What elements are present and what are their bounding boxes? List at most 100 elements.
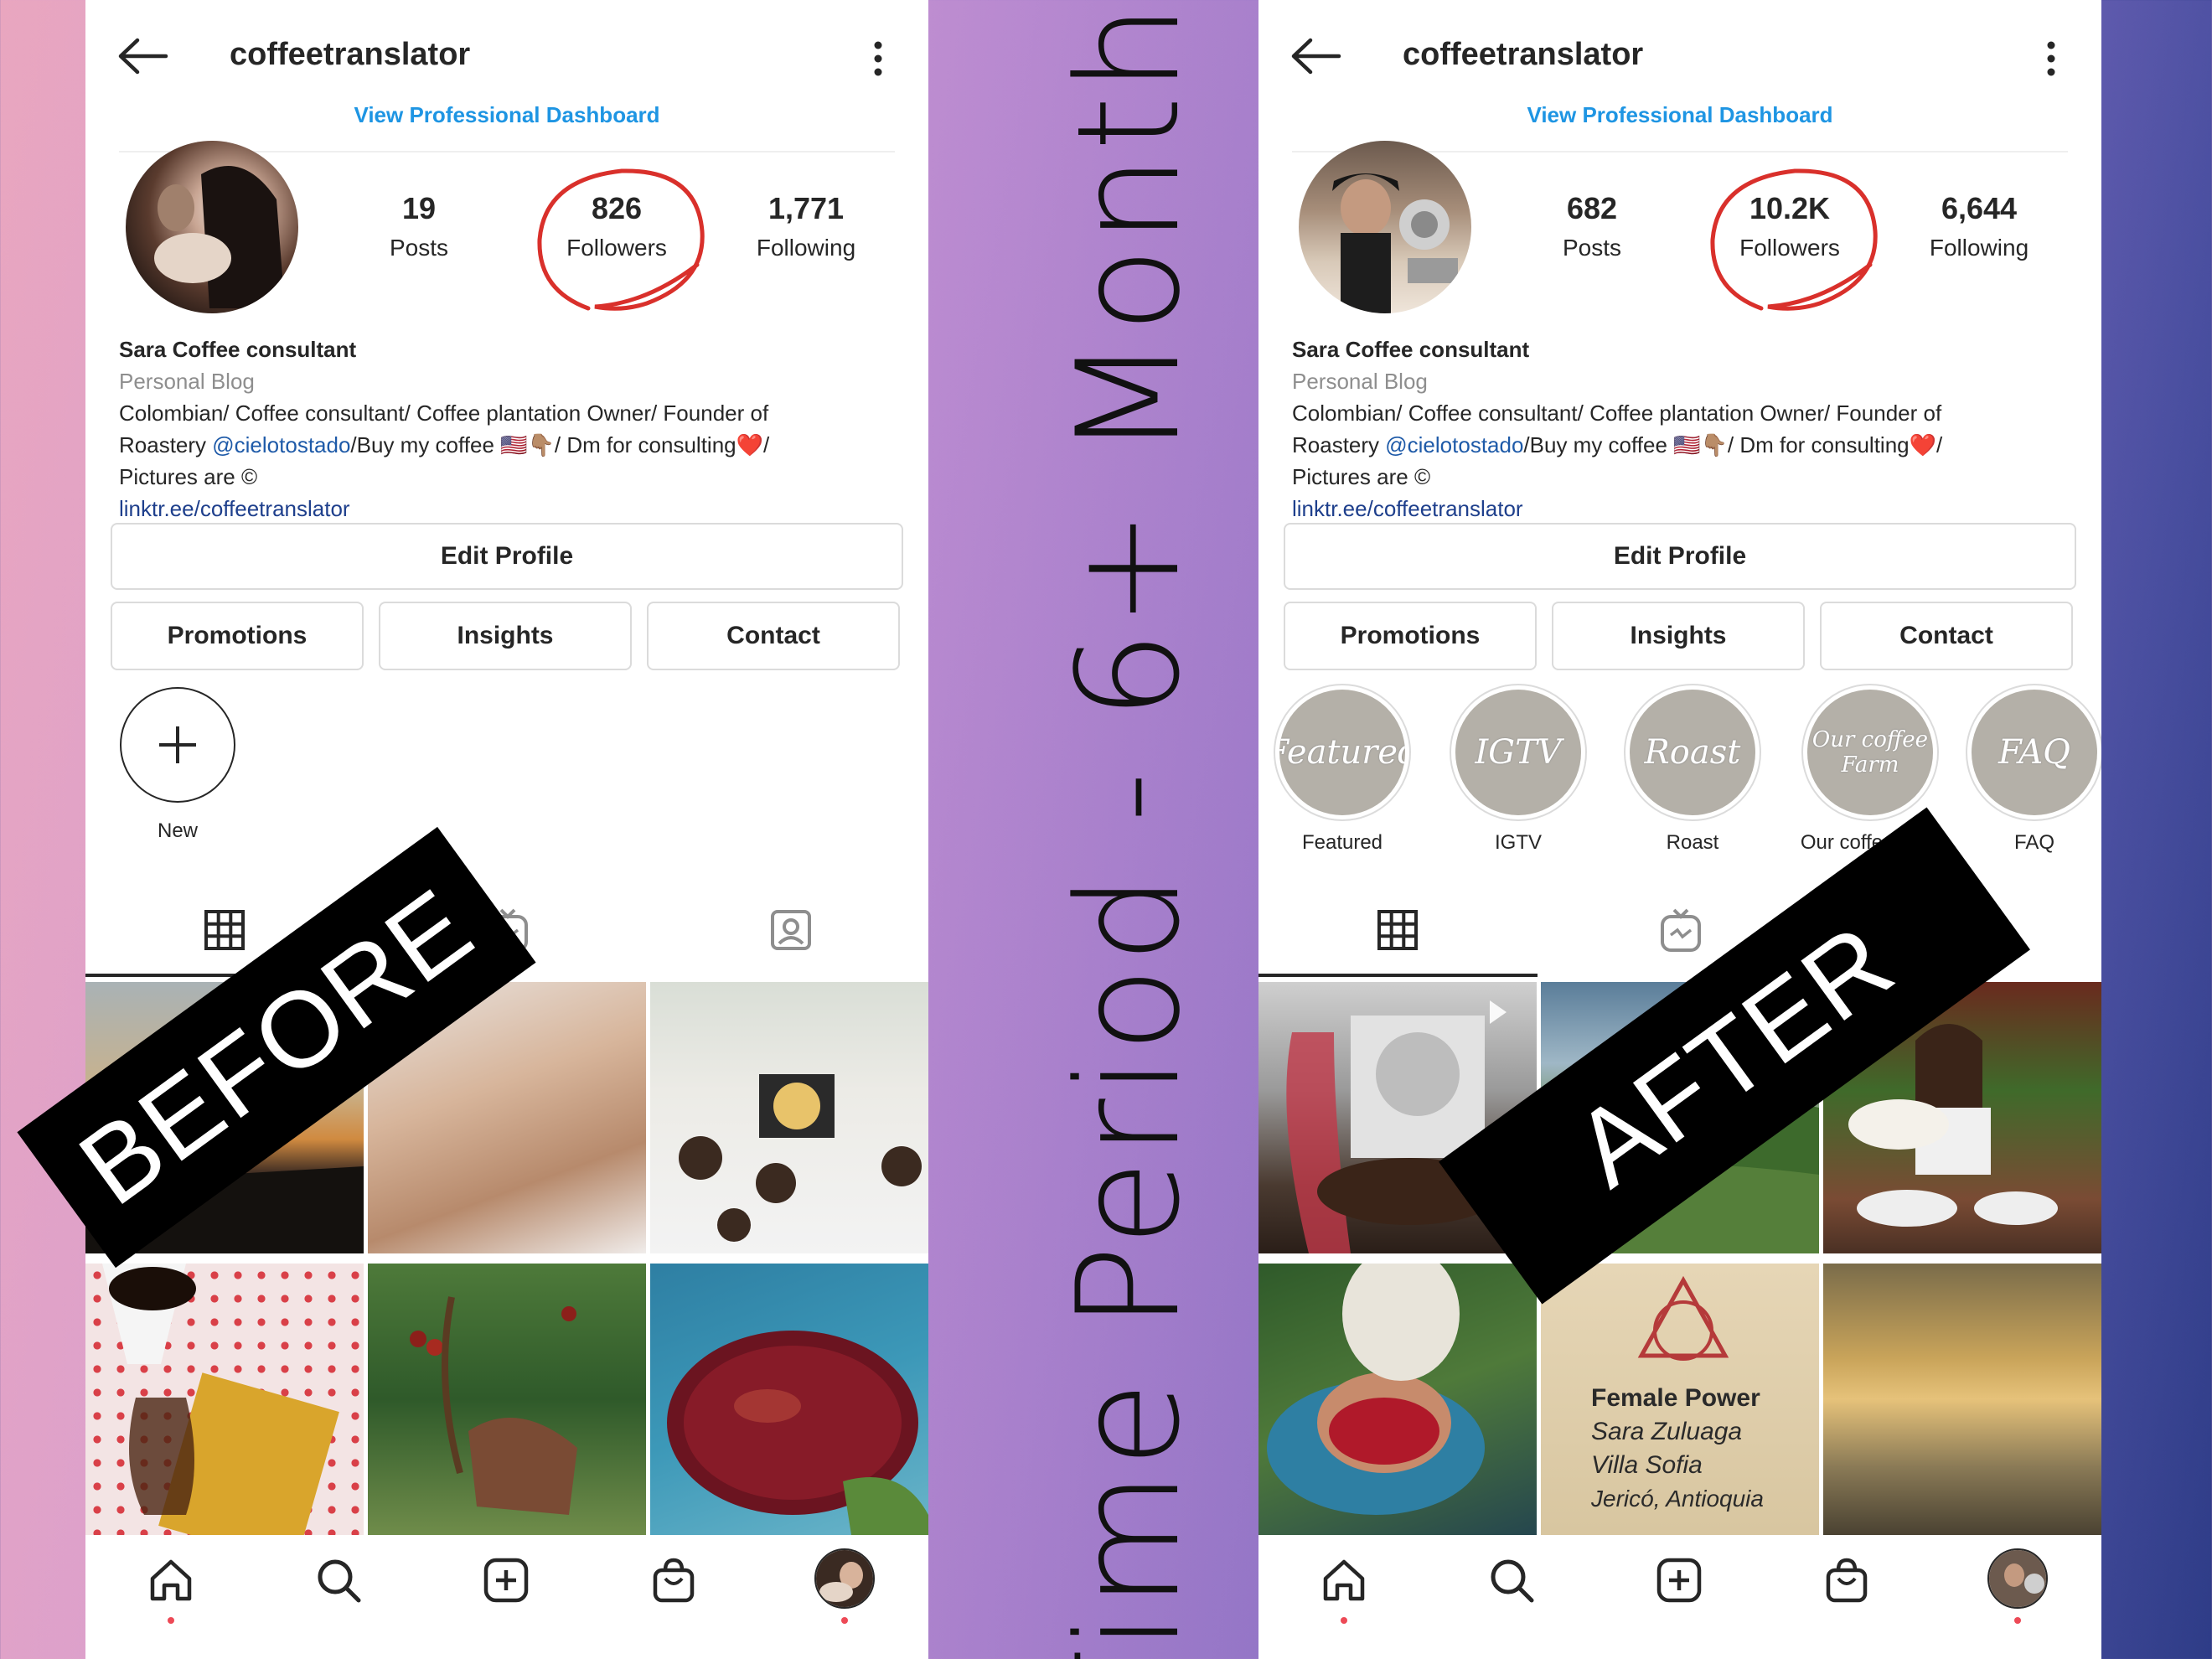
- profile-avatar[interactable]: [1299, 141, 1471, 313]
- following-stat[interactable]: 6,644 Following: [1895, 191, 2063, 261]
- contact-button[interactable]: Contact: [647, 602, 900, 670]
- notification-dot: [2014, 1617, 2021, 1624]
- display-name: Sara Coffee consultant: [1292, 337, 1530, 362]
- promotions-button[interactable]: Promotions: [111, 602, 364, 670]
- followers-label: Followers: [566, 235, 667, 261]
- profile-bio: Sara Coffee consultant Personal Blog Col…: [119, 333, 898, 525]
- account-category: Personal Blog: [1292, 369, 1428, 394]
- grid-icon[interactable]: [1372, 905, 1423, 955]
- followers-stat[interactable]: 10.2K Followers: [1706, 191, 1873, 261]
- plus-square-icon[interactable]: [1652, 1553, 1706, 1607]
- promotions-button[interactable]: Promotions: [1284, 602, 1537, 670]
- display-name: Sara Coffee consultant: [119, 337, 357, 362]
- profile-avatar[interactable]: [126, 141, 298, 313]
- search-icon[interactable]: [312, 1553, 365, 1607]
- shopping-bag-icon[interactable]: [647, 1553, 700, 1607]
- post-thumbnail[interactable]: [85, 1264, 364, 1535]
- edit-profile-button[interactable]: Edit Profile: [111, 523, 903, 590]
- highlight-label: FAQ: [2013, 831, 2054, 854]
- highlight-label: Featured: [1301, 831, 1383, 854]
- svg-text:Sara Zuluaga: Sara Zuluaga: [1591, 1418, 1742, 1445]
- professional-dashboard-link[interactable]: View Professional Dashboard: [85, 102, 928, 128]
- notification-dot: [168, 1617, 174, 1624]
- notification-dot: [841, 1617, 848, 1624]
- bio-line: Roastery @cielotostado/Buy my coffee 🇺🇸👇…: [1292, 429, 2071, 461]
- new-highlight-label: New: [157, 819, 198, 842]
- highlight-faq[interactable]: FAQ FAQ: [1959, 684, 2101, 855]
- search-icon[interactable]: [1485, 1553, 1538, 1607]
- highlight-cover: Our coffee Farm: [1807, 690, 1933, 815]
- arrow-left-icon[interactable]: [1290, 37, 1342, 75]
- post-thumbnail[interactable]: [1258, 1264, 1537, 1535]
- posts-stat[interactable]: 682 Posts: [1508, 191, 1676, 261]
- post-thumbnail[interactable]: [1823, 1264, 2101, 1535]
- new-highlight[interactable]: New: [119, 687, 236, 843]
- grid-icon[interactable]: [199, 905, 250, 955]
- username: coffeetranslator: [1403, 37, 1644, 72]
- post-thumbnail[interactable]: Female Power Sara Zuluaga Villa Sofia Jeric…: [1541, 1264, 1819, 1535]
- posts-label: Posts: [389, 235, 449, 261]
- followers-stat[interactable]: 826 Followers: [533, 191, 700, 261]
- followers-count: 10.2K: [1749, 191, 1831, 225]
- top-bar: coffeetranslator: [85, 25, 928, 92]
- highlight-featured[interactable]: Featured Featured: [1267, 684, 1418, 855]
- highlight-roast[interactable]: Roast Roast: [1617, 684, 1768, 855]
- insights-button[interactable]: Insights: [1552, 602, 1805, 670]
- bio-line: Pictures are ©: [1292, 464, 1431, 489]
- following-stat[interactable]: 1,771 Following: [722, 191, 890, 261]
- bio-website-link[interactable]: linktr.ee/coffeetranslator: [1292, 493, 2071, 525]
- highlight-ring: Our coffee Farm: [1801, 684, 1939, 821]
- bio-mention-link[interactable]: @cielotostado: [1385, 432, 1523, 457]
- bio-mention-link[interactable]: @cielotostado: [212, 432, 350, 457]
- top-bar: coffeetranslator: [1258, 25, 2101, 92]
- shopping-bag-icon[interactable]: [1820, 1553, 1873, 1607]
- username: coffeetranslator: [230, 37, 471, 72]
- profile-bio: Sara Coffee consultant Personal Blog Col…: [1292, 333, 2071, 525]
- highlight-ring: Roast: [1624, 684, 1761, 821]
- following-label: Following: [756, 235, 856, 261]
- posts-count: 19: [401, 191, 437, 225]
- profile-nav-avatar[interactable]: [1987, 1548, 2048, 1609]
- contact-button[interactable]: Contact: [1820, 602, 2073, 670]
- bottom-navigation: [85, 1538, 928, 1659]
- igtv-icon[interactable]: [1656, 905, 1706, 955]
- edit-profile-button[interactable]: Edit Profile: [1284, 523, 2076, 590]
- posts-label: Posts: [1562, 235, 1622, 261]
- highlight-cover: IGTV: [1455, 690, 1581, 815]
- posts-stat[interactable]: 19 Posts: [335, 191, 503, 261]
- post-thumbnail[interactable]: [650, 982, 928, 1253]
- profile-nav-avatar[interactable]: [814, 1548, 875, 1609]
- plus-icon: [159, 726, 196, 763]
- profile-screen-before: coffeetranslator View Professional Dashb…: [85, 0, 928, 1659]
- highlight-cover: Featured: [1279, 690, 1405, 815]
- professional-dashboard-link[interactable]: View Professional Dashboard: [1258, 102, 2101, 128]
- highlight-ring: Featured: [1274, 684, 1411, 821]
- bio-text: Roastery: [1292, 432, 1386, 457]
- home-icon[interactable]: [1317, 1553, 1371, 1607]
- followers-label: Followers: [1739, 235, 1840, 261]
- plus-square-icon[interactable]: [479, 1553, 533, 1607]
- svg-text:Jericó, Antioquia: Jericó, Antioquia: [1590, 1486, 1764, 1512]
- highlight-igtv[interactable]: IGTV IGTV: [1443, 684, 1594, 855]
- bio-website-link[interactable]: linktr.ee/coffeetranslator: [119, 493, 898, 525]
- arrow-left-icon[interactable]: [117, 37, 169, 75]
- tagged-icon[interactable]: [766, 905, 816, 955]
- profile-screen-after: coffeetranslator View Professional Dashb…: [1258, 0, 2101, 1659]
- bio-line: Roastery @cielotostado/Buy my coffee 🇺🇸👇…: [119, 429, 898, 461]
- following-count: 1,771: [767, 191, 845, 225]
- following-count: 6,644: [1941, 191, 2018, 225]
- bio-line: Colombian/ Coffee consultant/ Coffee pla…: [1292, 401, 1942, 426]
- new-highlight-circle[interactable]: [120, 687, 235, 803]
- post-thumbnail[interactable]: [368, 1264, 646, 1535]
- more-vertical-icon[interactable]: [2046, 40, 2056, 77]
- time-period-title: Time Period - 6+ Months: [1047, 0, 1211, 1659]
- highlight-cover: Roast: [1630, 690, 1755, 815]
- notification-dot: [1341, 1617, 1347, 1624]
- insights-button[interactable]: Insights: [379, 602, 632, 670]
- more-vertical-icon[interactable]: [873, 40, 883, 77]
- post-thumbnail[interactable]: [650, 1264, 928, 1535]
- bio-text: /Buy my coffee 🇺🇸👇🏽/ Dm for consulting❤️…: [1523, 432, 1943, 457]
- svg-text:Villa Sofia: Villa Sofia: [1591, 1451, 1703, 1479]
- followers-count: 826: [591, 191, 643, 225]
- home-icon[interactable]: [144, 1553, 198, 1607]
